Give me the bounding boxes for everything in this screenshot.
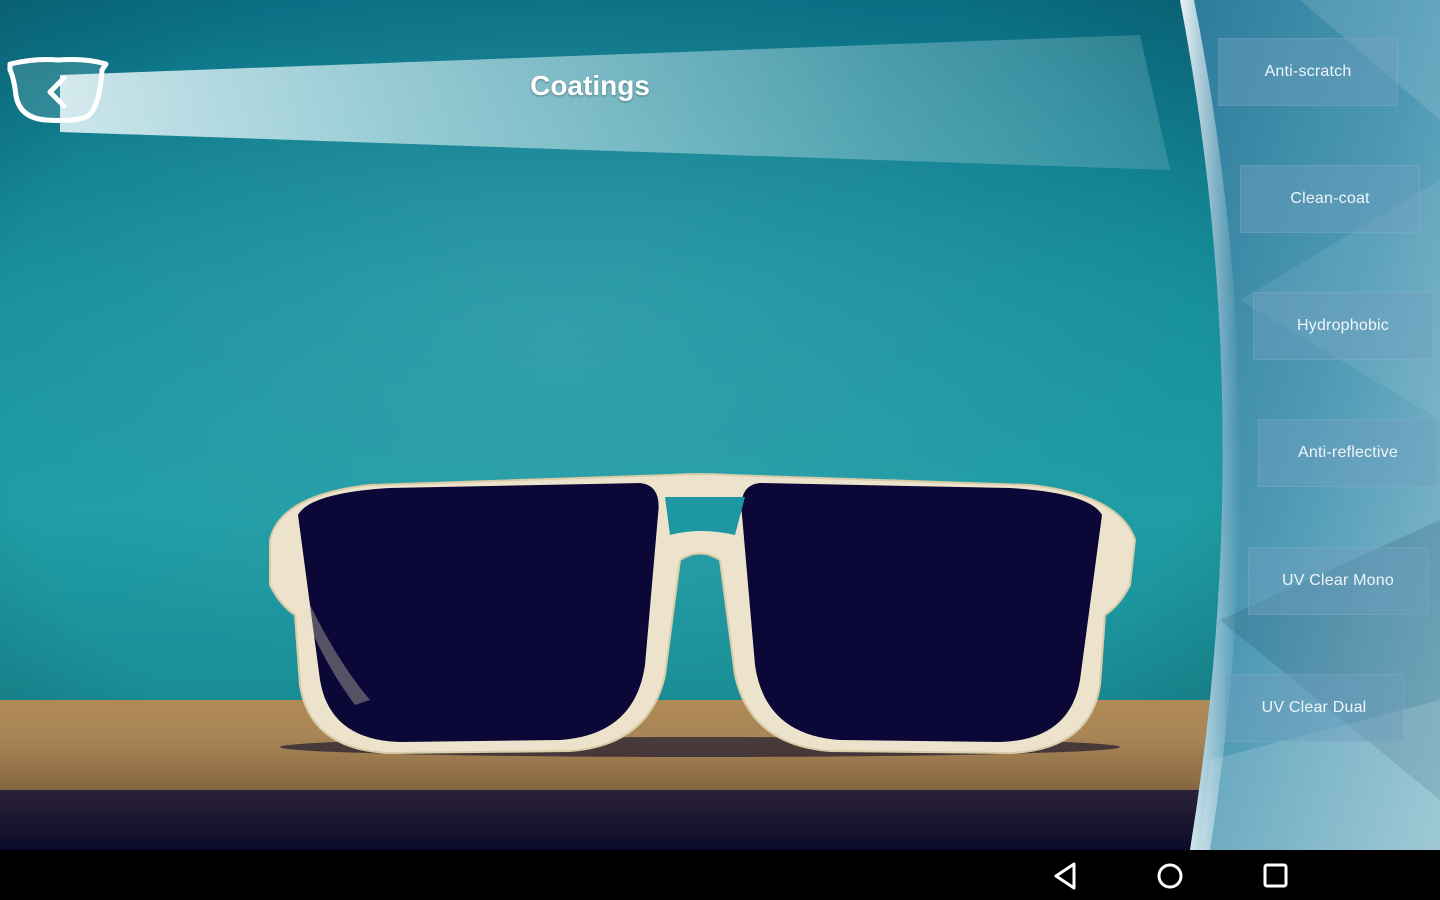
- coatings-screen: Coatings Anti-scratch Clean-coat Hydroph…: [0, 0, 1440, 850]
- coatings-panel: Anti-scratch Clean-coat Hydrophobic Anti…: [1180, 0, 1440, 850]
- coating-uv-clear-mono-button[interactable]: UV Clear Mono: [1248, 547, 1428, 615]
- system-navigation-bar: [0, 850, 1440, 900]
- coating-anti-scratch-button[interactable]: Anti-scratch: [1218, 38, 1398, 106]
- nav-home-icon[interactable]: [1152, 859, 1188, 893]
- coating-clean-coat-button[interactable]: Clean-coat: [1240, 165, 1420, 233]
- coating-uv-clear-dual-button[interactable]: UV Clear Dual: [1224, 674, 1404, 742]
- coating-anti-reflective-button[interactable]: Anti-reflective: [1258, 419, 1438, 487]
- page-title: Coatings: [530, 70, 650, 101]
- nav-back-icon[interactable]: [1048, 859, 1084, 893]
- back-glasses-icon[interactable]: [6, 56, 110, 126]
- ledge-shadow: [0, 790, 1240, 850]
- nav-recents-icon[interactable]: [1257, 859, 1293, 893]
- sunglasses-image: [269, 473, 1137, 757]
- coating-hydrophobic-button[interactable]: Hydrophobic: [1253, 292, 1433, 360]
